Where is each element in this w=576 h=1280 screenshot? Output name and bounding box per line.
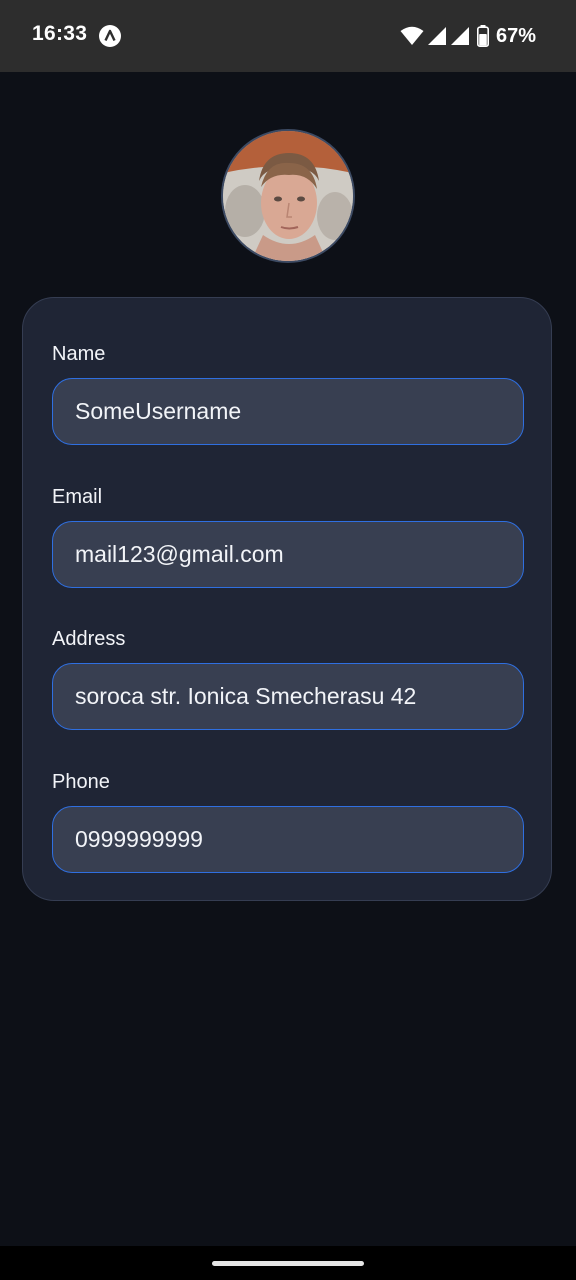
- status-time: 16:33: [32, 22, 88, 45]
- battery-percentage: 67%: [495, 24, 536, 47]
- home-indicator[interactable]: [212, 1261, 364, 1266]
- address-label: Address: [52, 628, 126, 650]
- email-field[interactable]: [52, 521, 524, 588]
- avatar[interactable]: [221, 129, 355, 263]
- status-bar: 16:33 67%: [0, 0, 576, 72]
- signal-icon: [450, 26, 470, 46]
- app-notification-icon: [99, 25, 121, 47]
- navigation-bar: [0, 1246, 576, 1280]
- signal-icon: [427, 26, 447, 46]
- name-label: Name: [52, 343, 106, 365]
- name-field[interactable]: [52, 378, 524, 445]
- address-field[interactable]: [52, 663, 524, 730]
- wifi-icon: [400, 26, 424, 46]
- battery-icon: [476, 25, 489, 47]
- status-icons: 67%: [400, 24, 536, 48]
- phone-label: Phone: [52, 771, 110, 793]
- profile-form-card: Name Email Address Phone: [22, 297, 552, 901]
- phone-field[interactable]: [52, 806, 524, 873]
- email-label: Email: [52, 486, 103, 508]
